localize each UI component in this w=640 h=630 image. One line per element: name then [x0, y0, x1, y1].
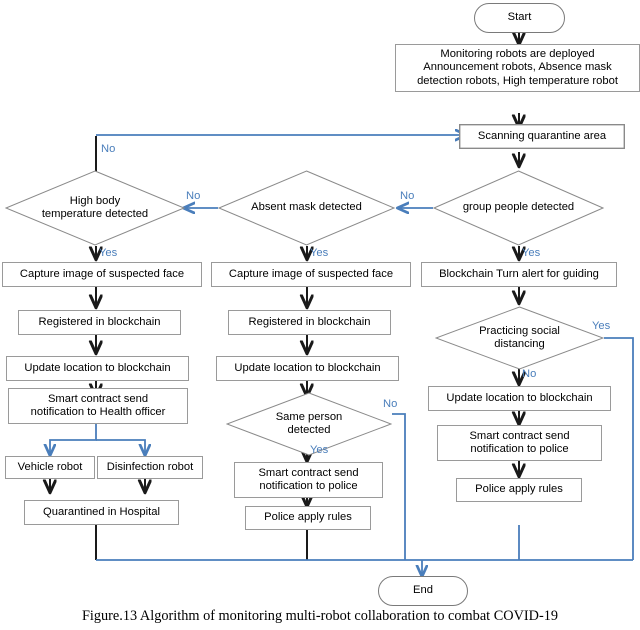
node-right-update-label: Update location to blockchain — [446, 391, 593, 404]
decision-temp-line-1: High body — [69, 194, 121, 207]
node-quarantined-label: Quarantined in Hospital — [43, 505, 160, 518]
node-mid-police-apply-rules[interactable]: Police apply rules — [245, 506, 371, 530]
node-left-update-location[interactable]: Update location to blockchain — [6, 356, 189, 381]
decision-group-label: group people detected — [462, 201, 575, 214]
edge-label-yes-mask: Yes — [310, 247, 329, 259]
decision-high-body-temperature-detected[interactable]: High body temperature detected — [5, 170, 185, 246]
figure-caption: Figure.13 Algorithm of monitoring multi-… — [81, 608, 559, 624]
edge-label-no-same-person: No — [383, 398, 398, 410]
decision-same-person-line-1: Same person — [275, 410, 343, 423]
node-mid-register-label: Registered in blockchain — [248, 315, 371, 328]
node-left-smart-contract-health-officer[interactable]: Smart contract send notification to Heal… — [8, 388, 188, 424]
decision-social-line-1: Practicing social — [479, 324, 560, 337]
node-left-update-label: Update location to blockchain — [24, 361, 171, 374]
flowchart-canvas: Start Monitoring robots are deployed Ann… — [0, 0, 640, 630]
node-deploy-line-1: Monitoring robots are deployed — [440, 47, 595, 60]
node-right-smart-contract-police[interactable]: Smart contract send notification to poli… — [437, 425, 602, 461]
node-mid-contract-line-1: Smart contract send — [258, 466, 359, 479]
edge-label-yes-group: Yes — [522, 247, 541, 259]
decision-social-line-2: distancing — [494, 338, 545, 350]
node-scanning-quarantine-area[interactable]: Scanning quarantine area — [459, 124, 625, 149]
edge-label-no-loop-left: No — [101, 143, 116, 155]
node-scanning-label: Scanning quarantine area — [477, 129, 607, 142]
decision-temp-line-2: temperature detected — [41, 208, 149, 220]
edge-label-yes-temperature: Yes — [99, 247, 118, 259]
node-left-registered-blockchain[interactable]: Registered in blockchain — [18, 310, 181, 335]
node-right-update-location[interactable]: Update location to blockchain — [428, 386, 611, 411]
node-mid-police-label: Police apply rules — [264, 511, 352, 524]
node-left-capture-label: Capture image of suspected face — [19, 267, 185, 280]
decision-same-person-detected[interactable]: Same person detected — [226, 392, 392, 456]
node-mid-smart-contract-police[interactable]: Smart contract send notification to poli… — [234, 462, 383, 498]
node-left-contract-line-1: Smart contract send — [47, 392, 149, 405]
node-end[interactable]: End — [378, 576, 468, 606]
node-mid-capture-image[interactable]: Capture image of suspected face — [211, 262, 411, 287]
decision-group-people-detected[interactable]: group people detected — [433, 170, 604, 246]
node-vehicle-robot-label: Vehicle robot — [17, 460, 83, 473]
node-alert-label: Blockchain Turn alert for guiding — [439, 267, 599, 280]
node-right-contract-line-1: Smart contract send — [469, 429, 570, 442]
node-mid-update-label: Update location to blockchain — [234, 361, 381, 374]
edge-label-no-mask-to-temp: No — [186, 190, 201, 202]
decision-absent-mask-detected[interactable]: Absent mask detected — [218, 170, 395, 246]
decision-mask-label: Absent mask detected — [251, 201, 362, 214]
node-right-contract-line-2: notification to police — [470, 443, 569, 455]
edge-label-yes-same-person: Yes — [310, 444, 329, 456]
decision-same-person-line-2: detected — [287, 424, 331, 436]
node-disinfection-robot[interactable]: Disinfection robot — [97, 456, 203, 479]
node-disinfection-robot-label: Disinfection robot — [106, 460, 194, 473]
node-blockchain-turn-alert[interactable]: Blockchain Turn alert for guiding — [421, 262, 617, 287]
node-deploy-line-2: Announcement robots, Absence mask — [423, 61, 612, 74]
edge-label-no-group-to-mask: No — [400, 190, 415, 202]
edge-label-yes-social-distancing: Yes — [592, 320, 611, 332]
node-left-capture-image[interactable]: Capture image of suspected face — [2, 262, 202, 287]
node-right-police-label: Police apply rules — [475, 483, 563, 496]
node-mid-contract-line-2: notification to police — [259, 480, 358, 492]
node-right-police-apply-rules[interactable]: Police apply rules — [456, 478, 582, 502]
node-quarantined-in-hospital[interactable]: Quarantined in Hospital — [24, 500, 179, 525]
node-mid-capture-label: Capture image of suspected face — [228, 267, 394, 280]
edge-label-no-social-distancing: No — [522, 368, 537, 380]
node-left-register-label: Registered in blockchain — [38, 315, 161, 328]
decision-practicing-social-distancing[interactable]: Practicing social distancing — [435, 306, 604, 370]
node-vehicle-robot[interactable]: Vehicle robot — [5, 456, 95, 479]
node-mid-update-location[interactable]: Update location to blockchain — [216, 356, 399, 381]
node-start-label: Start — [507, 11, 532, 24]
node-end-label: End — [413, 584, 433, 597]
node-left-contract-line-2: notification to Health officer — [30, 406, 166, 418]
node-deploy-robots[interactable]: Monitoring robots are deployed Announcem… — [395, 44, 640, 92]
node-start[interactable]: Start — [474, 3, 565, 33]
node-mid-registered-blockchain[interactable]: Registered in blockchain — [228, 310, 391, 335]
node-deploy-line-3: detection robots, High temperature robot — [417, 74, 618, 87]
